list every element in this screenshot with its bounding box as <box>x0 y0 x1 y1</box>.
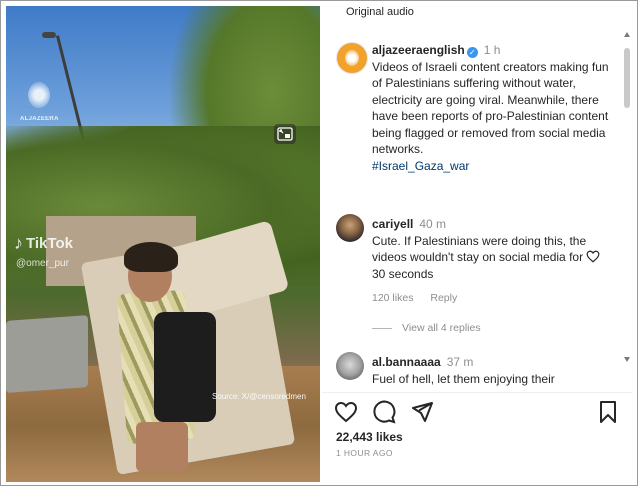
share-icon[interactable] <box>410 400 434 424</box>
comment-meta: 120 likes Reply <box>372 292 471 304</box>
channel-watermark: ALJAZEERA <box>20 116 59 122</box>
post-actions-bar <box>334 400 624 424</box>
video-lamp <box>42 32 56 38</box>
likes-count[interactable]: 22,443 likes <box>336 430 403 444</box>
reply-button[interactable]: Reply <box>430 292 457 304</box>
post-username[interactable]: aljazeeraenglish <box>372 43 465 57</box>
post-panel: Original audio aljazeeraenglish ✓ 1 h Vide… <box>322 6 632 482</box>
scroll-up-icon[interactable] <box>624 32 630 37</box>
comment-item: cariyell 40 m Cute. If Palestinians were … <box>372 216 592 282</box>
video-source-credit: Source: X/@censoredmen <box>212 392 306 401</box>
aljazeera-avatar-icon <box>345 50 359 66</box>
picture-in-picture-icon[interactable] <box>274 124 296 144</box>
post-hashtag[interactable]: #Israel_Gaza_war <box>372 159 469 173</box>
comment-icon[interactable] <box>372 400 396 424</box>
heart-icon[interactable] <box>334 400 358 424</box>
original-audio-link[interactable]: Original audio <box>346 6 414 18</box>
post-caption: Videos of Israeli content creators makin… <box>372 59 609 157</box>
bookmark-icon[interactable] <box>596 400 620 424</box>
tiktok-username: @omer_pur <box>16 258 69 269</box>
person-legs <box>136 422 188 472</box>
view-replies-label[interactable]: View all 4 replies <box>402 322 481 334</box>
tiktok-watermark: ♪ TikTok <box>14 234 73 252</box>
verified-badge-icon: ✓ <box>466 47 478 58</box>
comment-time: 37 m <box>446 355 474 369</box>
scroll-down-icon[interactable] <box>624 357 630 362</box>
comment-username[interactable]: al.bannaaaa <box>372 355 441 369</box>
scrollbar-thumb[interactable] <box>624 48 630 108</box>
comment-avatar[interactable] <box>336 352 364 380</box>
comment-likes[interactable]: 120 likes <box>372 292 413 304</box>
replies-divider <box>372 327 392 329</box>
video-player[interactable]: ALJAZEERA ♪ TikTok @omer_pur Source: X/@… <box>6 6 320 482</box>
post-timestamp: 1 HOUR AGO <box>336 448 393 458</box>
comments-scrollbar[interactable] <box>624 32 630 362</box>
actions-divider <box>322 392 632 393</box>
post-caption-block: aljazeeraenglish ✓ 1 h Videos of Israeli c… <box>372 42 620 174</box>
comment-time: 40 m <box>419 217 447 231</box>
view-replies-button[interactable]: View all 4 replies <box>372 322 481 334</box>
comment-item: al.bannaaaa 37 m Fuel of hell, let them e… <box>372 354 602 387</box>
person-hair <box>124 242 178 272</box>
comment-text: Cute. If Palestinians were doing this, t… <box>372 233 587 281</box>
comment-text: Fuel of hell, let them enjoying their <box>372 371 555 386</box>
avatar[interactable] <box>336 42 368 74</box>
person-body <box>154 312 216 422</box>
tiktok-brand: TikTok <box>26 234 73 252</box>
tiktok-note-icon: ♪ <box>14 233 23 253</box>
comment-username[interactable]: cariyell <box>372 217 413 231</box>
post-time: 1 h <box>483 43 501 57</box>
comment-heart-icon[interactable] <box>586 250 600 263</box>
video-cushion <box>6 315 88 393</box>
video-person <box>116 242 234 472</box>
comment-avatar[interactable] <box>336 214 364 242</box>
